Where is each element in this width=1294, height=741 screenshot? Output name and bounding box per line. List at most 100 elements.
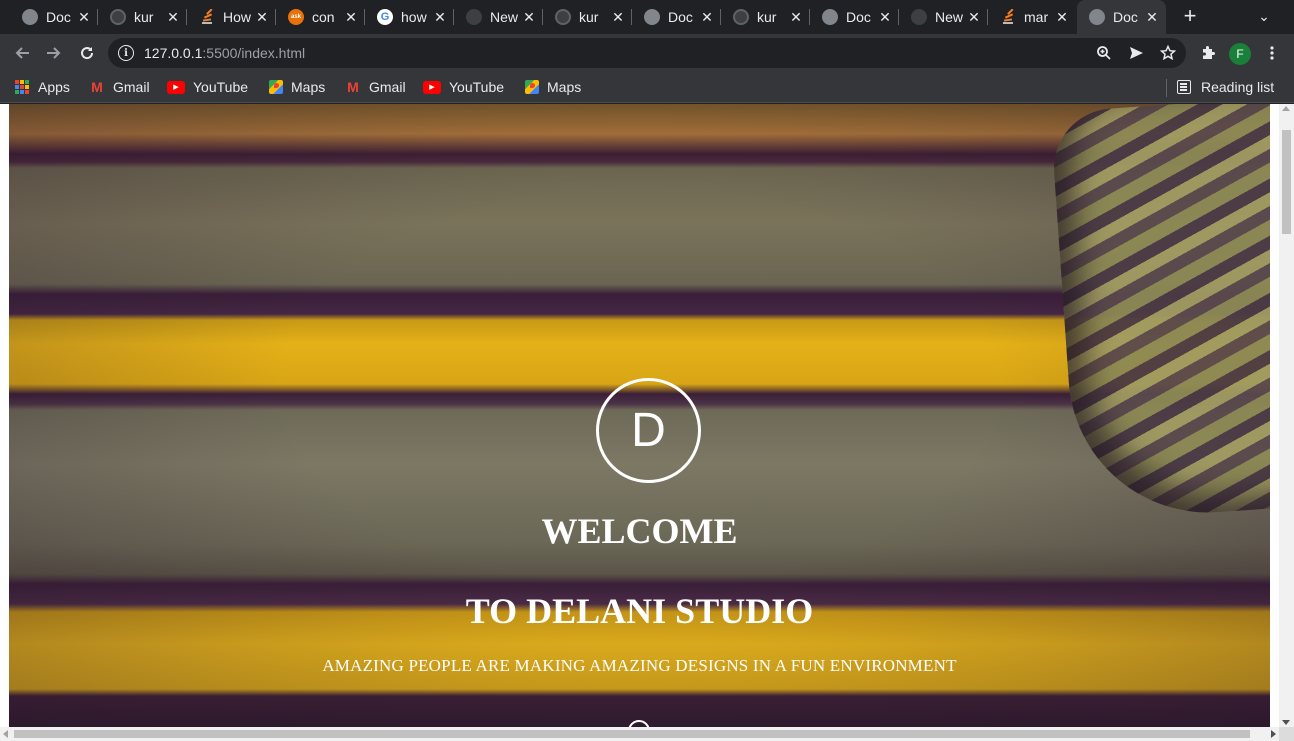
reload-icon [81,47,94,60]
newtab-icon [466,9,482,25]
bookmark-maps[interactable]: Maps [525,77,581,97]
close-icon[interactable]: ✕ [343,9,359,25]
tab-title: Doc [668,9,693,25]
back-button[interactable] [9,40,35,66]
star-icon[interactable] [1158,43,1178,63]
bookmark-youtube[interactable]: ▶ YouTube [423,77,504,97]
hero-background-shoe [1049,104,1270,522]
bookmark-label: Maps [547,79,582,95]
browser-tab[interactable]: mar ✕ [988,0,1076,34]
globe-icon [822,9,838,25]
apps-grid-icon [14,79,30,95]
close-icon[interactable]: ✕ [165,9,181,25]
tab-title: Doc [846,9,871,25]
info-icon[interactable]: i [118,45,134,61]
delani-logo: D [596,378,701,483]
bookmark-gmail[interactable]: M Gmail [89,77,150,97]
browser-tab[interactable]: Doc ✕ [810,0,899,34]
tab-search-chevron-icon[interactable]: ⌄ [1254,6,1274,26]
new-tab-button[interactable]: + [1178,3,1202,28]
browser-tab[interactable]: New ✕ [899,0,988,34]
close-icon[interactable]: ✕ [76,9,92,25]
browser-tab[interactable]: How ✕ [187,0,276,34]
profile-avatar[interactable]: F [1229,43,1251,65]
github-icon [110,9,126,25]
github-icon [733,9,749,25]
forward-button[interactable] [41,40,67,66]
tab-title: How [223,9,252,25]
close-icon[interactable]: ✕ [521,9,537,25]
google-icon: G [377,9,393,25]
bookmarks-bar: Apps M Gmail ▶ YouTube Maps M Gmail ▶ Yo… [0,72,1294,103]
scroll-down-arrow-icon[interactable] [1282,720,1290,725]
reading-list-button[interactable]: Reading list [1177,77,1274,97]
hero-heading-welcome: WELCOME [541,511,738,551]
browser-tab[interactable]: Doc ✕ [10,0,98,34]
send-icon[interactable] [1126,43,1146,63]
kebab-menu-icon[interactable] [1262,43,1282,63]
browser-tab[interactable]: G how ✕ [365,0,454,34]
url-host: 127.0.0.1 [144,45,203,61]
tab-title: mar [1024,9,1049,25]
reload-button[interactable] [74,40,100,66]
newtab-icon [911,9,927,25]
stackoverflow-icon [1000,9,1016,25]
maps-icon [269,80,283,94]
horizontal-scroll-thumb[interactable] [14,730,1250,738]
bookmark-label: YouTube [449,79,505,95]
bookmark-label: Maps [291,79,326,95]
github-icon [555,9,571,25]
reading-list-icon [1177,80,1191,94]
close-icon[interactable]: ✕ [699,9,715,25]
scroll-right-arrow-icon[interactable] [1271,730,1276,738]
close-icon[interactable]: ✕ [788,9,804,25]
extensions-puzzle-icon[interactable] [1198,43,1218,63]
close-icon[interactable]: ✕ [432,9,448,25]
tab-strip: Doc ✕ kur ✕ How ✕ ask con ✕ G how ✕ New … [0,0,1294,34]
askubuntu-icon: ask [288,9,304,25]
globe-icon [22,9,38,25]
close-icon[interactable]: ✕ [966,9,982,25]
tab-title: kur [134,9,154,25]
browser-tab[interactable]: ask con ✕ [276,0,365,34]
hero-section: D WELCOME TO DELANI STUDIO AMAZING PEOPL… [9,104,1270,729]
close-icon[interactable]: ✕ [1144,9,1160,25]
globe-icon [644,9,660,25]
zoom-icon[interactable] [1094,43,1114,63]
tab-title: New [490,9,519,25]
gmail-icon: M [347,79,359,95]
scroll-left-arrow-icon[interactable] [3,730,8,738]
tab-title: kur [579,9,599,25]
browser-tab[interactable]: kur ✕ [721,0,810,34]
arrow-left-icon [15,47,29,59]
arrow-right-icon [47,47,61,59]
bookmark-youtube[interactable]: ▶ YouTube [167,77,248,97]
close-icon[interactable]: ✕ [877,9,893,25]
maps-icon [525,80,539,94]
page-viewport: D WELCOME TO DELANI STUDIO AMAZING PEOPL… [0,104,1294,741]
vertical-scroll-thumb[interactable] [1282,130,1291,234]
browser-tab[interactable]: New ✕ [454,0,543,34]
url-text[interactable]: 127.0.0.1:5500/index.html [144,45,305,61]
hero-heading-studio: TO DELANI STUDIO [465,591,814,631]
close-icon[interactable]: ✕ [610,9,626,25]
address-bar[interactable]: i 127.0.0.1:5500/index.html [108,38,1186,68]
bookmarks-divider [1166,79,1167,97]
browser-tab[interactable]: Doc ✕ [632,0,721,34]
tab-title: how [401,9,427,25]
horizontal-scrollbar[interactable] [0,727,1279,741]
bookmark-apps[interactable]: Apps [14,77,70,97]
close-icon[interactable]: ✕ [1054,9,1070,25]
reading-list-label: Reading list [1201,79,1275,95]
tab-title: New [935,9,964,25]
bookmark-label: Gmail [113,79,150,95]
close-icon[interactable]: ✕ [254,9,270,25]
bookmark-label: Apps [38,79,70,95]
browser-tab[interactable]: kur ✕ [98,0,187,34]
bookmark-maps[interactable]: Maps [269,77,325,97]
vertical-scrollbar[interactable] [1279,104,1294,727]
bookmark-gmail[interactable]: M Gmail [345,77,405,97]
browser-tab[interactable]: kur ✕ [543,0,632,34]
scroll-up-arrow-icon[interactable] [1282,106,1290,111]
browser-tab-active[interactable]: Doc ✕ [1077,0,1166,34]
